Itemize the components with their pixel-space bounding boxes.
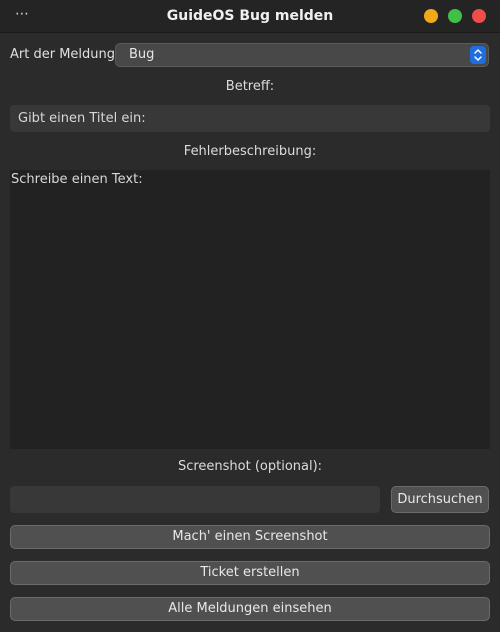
view-all-reports-button[interactable]: Alle Meldungen einsehen: [10, 597, 490, 621]
screenshot-path-input[interactable]: [10, 486, 380, 513]
minimize-button[interactable]: [424, 9, 438, 23]
browse-button[interactable]: Durchsuchen: [391, 486, 489, 513]
bug-report-window: ⋯ GuideOS Bug melden Art der Meldung: Bu…: [0, 0, 500, 632]
report-type-select[interactable]: Bug: [115, 43, 489, 67]
screenshot-label: Screenshot (optional):: [177, 459, 323, 474]
take-screenshot-button[interactable]: Mach' einen Screenshot: [10, 525, 490, 549]
maximize-button[interactable]: [448, 9, 462, 23]
report-type-value: Bug: [129, 47, 155, 62]
subject-input[interactable]: Gibt einen Titel ein:: [10, 105, 490, 132]
subject-label: Betreff:: [225, 79, 275, 94]
description-label: Fehlerbeschreibung:: [183, 144, 317, 159]
create-ticket-button[interactable]: Ticket erstellen: [10, 561, 490, 585]
description-textarea[interactable]: Schreibe einen Text:: [10, 170, 490, 449]
close-button[interactable]: [472, 9, 486, 23]
title-bar[interactable]: ⋯ GuideOS Bug melden: [0, 0, 500, 33]
report-type-label: Art der Meldung:: [10, 47, 120, 62]
chevron-updown-icon: [470, 46, 486, 64]
